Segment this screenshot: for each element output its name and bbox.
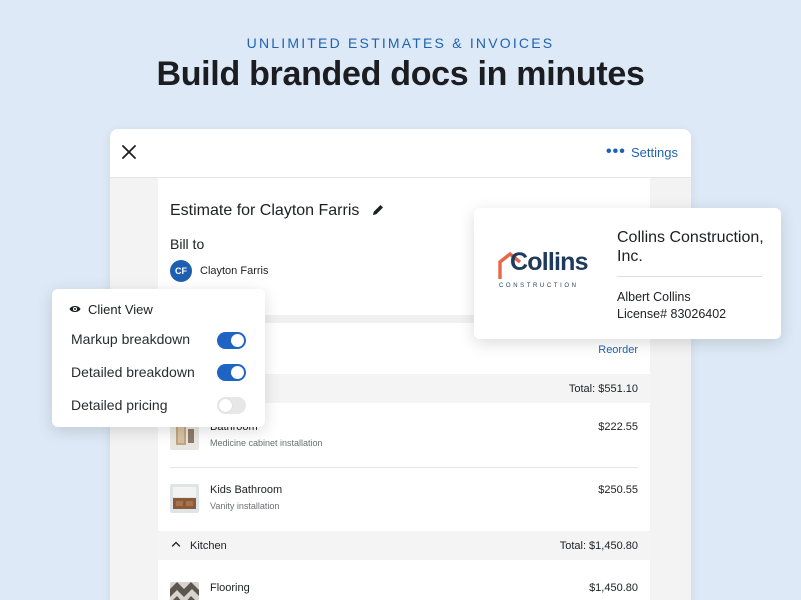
detailed-breakdown-label: Detailed breakdown: [71, 364, 195, 380]
company-card: Collins CONSTRUCTION Collins Constructio…: [474, 208, 781, 339]
reorder-button[interactable]: Reorder: [598, 344, 638, 356]
item-description: Medicine cabinet installation: [210, 438, 323, 448]
detailed-pricing-toggle[interactable]: [217, 397, 246, 414]
more-horizontal-icon[interactable]: •••: [606, 143, 626, 161]
settings-link[interactable]: Settings: [631, 145, 678, 160]
close-icon[interactable]: [122, 145, 136, 159]
logo-subtitle: CONSTRUCTION: [499, 283, 579, 289]
section-name: Kitchen: [190, 540, 227, 552]
company-logo: Collins CONSTRUCTION: [498, 248, 596, 291]
eyebrow-text: UNLIMITED ESTIMATES & INVOICES: [246, 35, 555, 51]
item-price: $250.55: [598, 484, 638, 496]
item-name: Flooring: [210, 582, 250, 594]
markup-breakdown-toggle[interactable]: [217, 332, 246, 349]
item-name: Kids Bathroom: [210, 484, 283, 496]
section-total: Total: $1,450.80: [559, 540, 638, 552]
list-item[interactable]: Kids Bathroom Vanity installation $250.5…: [158, 468, 650, 530]
eye-icon: [69, 306, 81, 312]
headline: Build branded docs in minutes: [156, 55, 645, 93]
detailed-pricing-label: Detailed pricing: [71, 397, 168, 413]
card-divider: [617, 276, 762, 277]
kids-bathroom-thumbnail: [170, 484, 199, 513]
section-total: Total: $551.10: [568, 383, 638, 395]
logo-word: Collins: [510, 248, 589, 276]
license-number: License# 83026402: [617, 307, 727, 321]
list-item[interactable]: Flooring $1,450.80: [158, 566, 650, 600]
estimate-title: Estimate for Clayton Farris: [170, 202, 360, 219]
item-description: Vanity installation: [210, 501, 280, 511]
markup-breakdown-label: Markup breakdown: [71, 331, 191, 347]
company-name: Collins Construction, Inc.: [617, 229, 764, 265]
client-name[interactable]: Clayton Farris: [200, 265, 268, 277]
item-price: $222.55: [598, 421, 638, 433]
client-view-panel: Client View Markup breakdown Detailed br…: [52, 289, 265, 427]
window-header: ••• Settings: [110, 129, 691, 178]
client-view-title: Client View: [88, 302, 153, 317]
chevron-up-icon[interactable]: [171, 539, 181, 549]
bill-to-label: Bill to: [170, 236, 205, 252]
flooring-thumbnail: [170, 582, 199, 600]
detailed-breakdown-toggle[interactable]: [217, 364, 246, 381]
pencil-icon[interactable]: [371, 203, 385, 217]
avatar: CF: [170, 260, 192, 282]
section-header-kitchen[interactable]: Kitchen Total: $1,450.80: [158, 531, 650, 560]
item-price: $1,450.80: [589, 582, 638, 594]
contact-name: Albert Collins: [617, 290, 691, 304]
